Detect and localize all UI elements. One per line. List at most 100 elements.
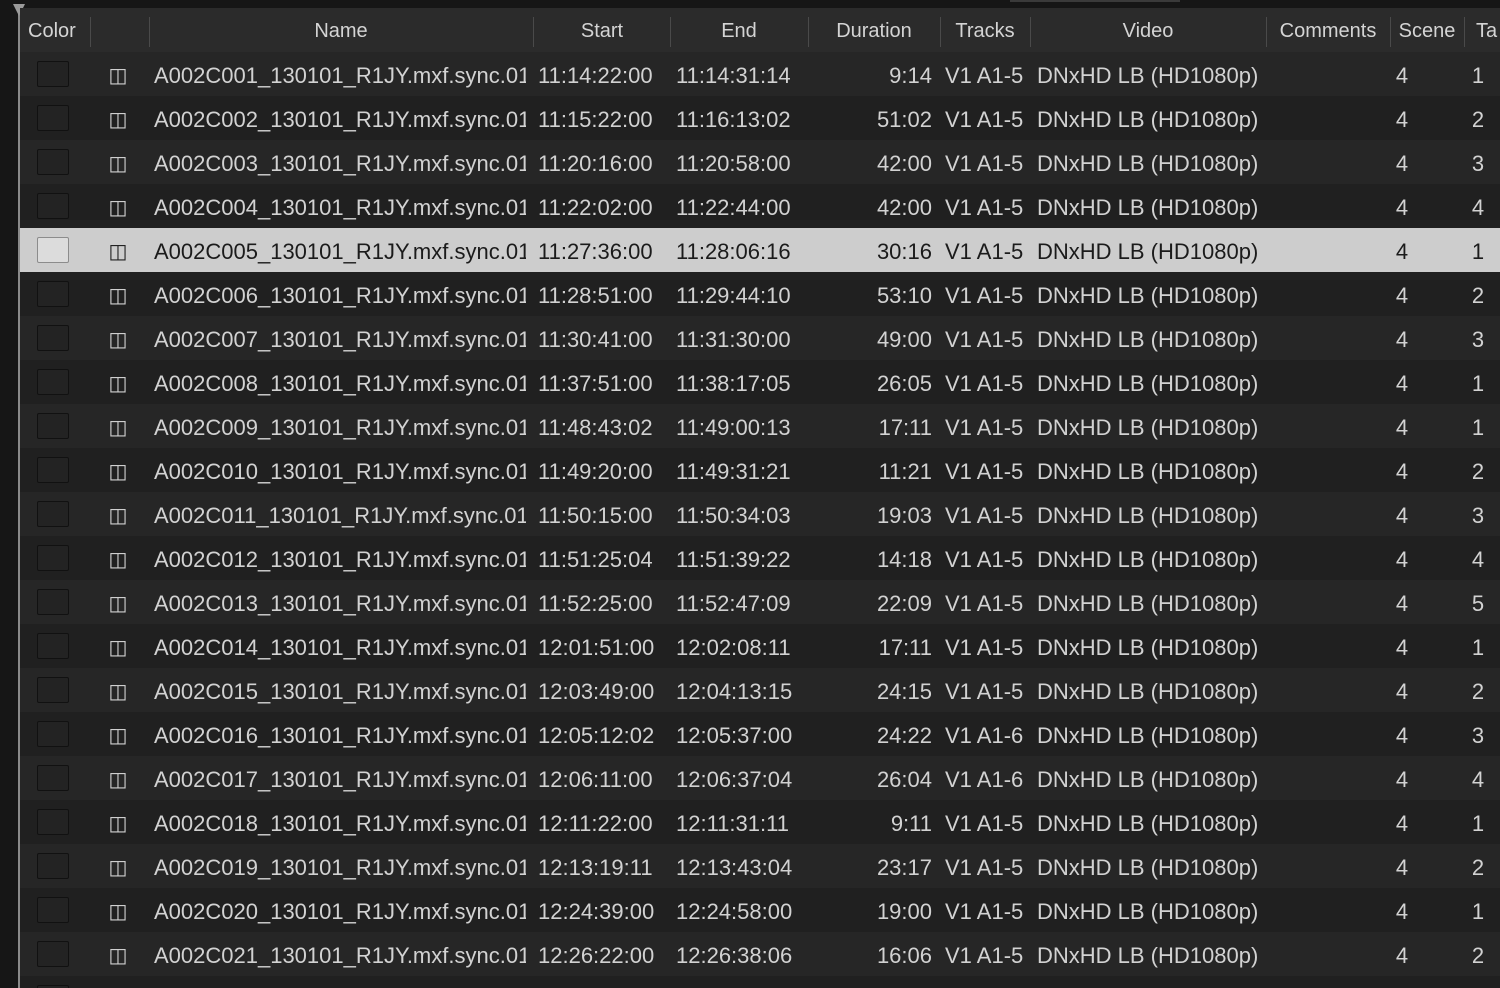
clip-tracks: V1 A1-5 <box>945 283 1024 308</box>
clip-comments[interactable] <box>1270 272 1388 316</box>
clip-take: 4 <box>1471 195 1485 220</box>
color-swatch[interactable] <box>37 61 69 87</box>
clip-comments[interactable] <box>1270 844 1388 888</box>
clip-end <box>676 976 804 988</box>
column-header-video[interactable]: Video <box>1031 8 1265 52</box>
table-row[interactable]: ◫ A002C003_130101_R1JY.mxf.sync.01 11:20:1… <box>20 140 1500 184</box>
clip-comments[interactable] <box>1270 184 1388 228</box>
table-row[interactable]: ◫ A002C001_130101_R1JY.mxf.sync.01 11:14:2… <box>20 52 1500 96</box>
table-row[interactable]: ◫ <box>20 976 1500 988</box>
clip-scene: 4 <box>1395 371 1409 396</box>
column-header-scene[interactable]: Scene <box>1391 8 1463 52</box>
color-swatch[interactable] <box>37 677 69 703</box>
clip-end: 11:49:31:21 <box>676 459 791 484</box>
clip-end: 12:13:43:04 <box>676 855 793 880</box>
clip-comments[interactable] <box>1270 888 1388 932</box>
clip-comments[interactable] <box>1270 316 1388 360</box>
color-swatch[interactable] <box>37 457 69 483</box>
table-row[interactable]: ◫ A002C019_130101_R1JY.mxf.sync.01 12:13:1… <box>20 844 1500 888</box>
clip-comments[interactable] <box>1270 228 1388 272</box>
clip-tracks: V1 A1-5 <box>945 239 1024 264</box>
column-header-duration[interactable]: Duration <box>809 8 939 52</box>
clip-scene <box>1391 976 1413 988</box>
clip-tracks: V1 A1-5 <box>945 503 1024 528</box>
table-row[interactable]: ◫ A002C020_130101_R1JY.mxf.sync.01 12:24:3… <box>20 888 1500 932</box>
column-header-comments[interactable]: Comments <box>1267 8 1389 52</box>
color-swatch[interactable] <box>37 545 69 571</box>
column-header-tracks[interactable]: Tracks <box>941 8 1029 52</box>
table-row[interactable]: ◫ A002C021_130101_R1JY.mxf.sync.01 12:26:2… <box>20 932 1500 976</box>
color-swatch[interactable] <box>37 897 69 923</box>
clip-name <box>154 976 526 988</box>
clip-icon: ◫ <box>108 767 128 791</box>
clip-scene: 4 <box>1395 679 1409 704</box>
clip-comments[interactable] <box>1270 536 1388 580</box>
table-row[interactable]: ◫ A002C014_130101_R1JY.mxf.sync.01 12:01:5… <box>20 624 1500 668</box>
clip-duration: 22:09 <box>876 591 932 616</box>
clip-comments[interactable] <box>1270 52 1388 96</box>
clip-comments[interactable] <box>1270 800 1388 844</box>
clip-comments[interactable] <box>1270 624 1388 668</box>
column-header-name[interactable]: Name <box>150 8 532 52</box>
table-row[interactable]: ◫ A002C010_130101_R1JY.mxf.sync.01 11:49:2… <box>20 448 1500 492</box>
table-row[interactable]: ◫ A002C015_130101_R1JY.mxf.sync.01 12:03:4… <box>20 668 1500 712</box>
column-header-start[interactable]: Start <box>534 8 670 52</box>
table-row[interactable]: ◫ A002C007_130101_R1JY.mxf.sync.01 11:30:4… <box>20 316 1500 360</box>
clip-take: 1 <box>1471 371 1485 396</box>
color-swatch[interactable] <box>37 149 69 175</box>
clip-start: 12:01:51:00 <box>538 635 655 660</box>
color-swatch[interactable] <box>37 589 69 615</box>
clip-comments[interactable] <box>1270 404 1388 448</box>
color-swatch[interactable] <box>37 325 69 351</box>
color-swatch[interactable] <box>37 193 69 219</box>
table-row[interactable]: ◫ A002C017_130101_R1JY.mxf.sync.01 12:06:1… <box>20 756 1500 800</box>
color-swatch[interactable] <box>37 237 69 263</box>
clip-comments[interactable] <box>1270 976 1388 988</box>
clip-comments[interactable] <box>1270 140 1388 184</box>
clip-take: 3 <box>1471 503 1485 528</box>
color-swatch[interactable] <box>37 281 69 307</box>
table-row[interactable]: ◫ A002C012_130101_R1JY.mxf.sync.01 11:51:2… <box>20 536 1500 580</box>
table-row[interactable]: ◫ A002C006_130101_R1JY.mxf.sync.01 11:28:5… <box>20 272 1500 316</box>
clip-video: DNxHD LB (HD1080p) <box>1037 811 1259 836</box>
clip-comments[interactable] <box>1270 448 1388 492</box>
color-swatch[interactable] <box>37 721 69 747</box>
column-header-color[interactable]: Color <box>28 8 88 52</box>
clip-comments[interactable] <box>1270 360 1388 404</box>
color-swatch[interactable] <box>37 941 69 967</box>
table-row[interactable]: ◫ A002C013_130101_R1JY.mxf.sync.01 11:52:2… <box>20 580 1500 624</box>
clip-end: 11:49:00:13 <box>676 415 791 440</box>
color-swatch[interactable] <box>37 105 69 131</box>
table-row[interactable]: ◫ A002C008_130101_R1JY.mxf.sync.01 11:37:5… <box>20 360 1500 404</box>
color-swatch[interactable] <box>37 501 69 527</box>
clip-comments[interactable] <box>1270 712 1388 756</box>
table-row[interactable]: ◫ A002C011_130101_R1JY.mxf.sync.01 11:50:1… <box>20 492 1500 536</box>
color-swatch[interactable] <box>37 413 69 439</box>
table-row[interactable]: ◫ A002C016_130101_R1JY.mxf.sync.01 12:05:1… <box>20 712 1500 756</box>
column-divider[interactable] <box>1464 17 1465 47</box>
column-header-type[interactable] <box>91 8 149 52</box>
table-row[interactable]: ◫ A002C002_130101_R1JY.mxf.sync.01 11:15:2… <box>20 96 1500 140</box>
column-header-end[interactable]: End <box>671 8 807 52</box>
clip-take: 2 <box>1471 855 1485 880</box>
column-header-take[interactable]: Ta <box>1476 8 1500 52</box>
clip-comments[interactable] <box>1270 580 1388 624</box>
table-row[interactable]: ◫ A002C004_130101_R1JY.mxf.sync.01 11:22:0… <box>20 184 1500 228</box>
table-row[interactable]: ◫ A002C005_130101_R1JY.mxf.sync.01 11:27:3… <box>20 228 1500 272</box>
top-strip <box>0 0 1500 8</box>
color-swatch[interactable] <box>37 369 69 395</box>
clip-scene: 4 <box>1395 459 1409 484</box>
table-row[interactable]: ◫ A002C009_130101_R1JY.mxf.sync.01 11:48:4… <box>20 404 1500 448</box>
clip-tracks: V1 A1-5 <box>945 327 1024 352</box>
color-swatch[interactable] <box>37 853 69 879</box>
clip-comments[interactable] <box>1270 668 1388 712</box>
color-swatch[interactable] <box>37 765 69 791</box>
clip-video: DNxHD LB (HD1080p) <box>1037 107 1259 132</box>
clip-comments[interactable] <box>1270 756 1388 800</box>
table-row[interactable]: ◫ A002C018_130101_R1JY.mxf.sync.01 12:11:2… <box>20 800 1500 844</box>
clip-comments[interactable] <box>1270 932 1388 976</box>
color-swatch[interactable] <box>37 809 69 835</box>
clip-comments[interactable] <box>1270 96 1388 140</box>
clip-comments[interactable] <box>1270 492 1388 536</box>
color-swatch[interactable] <box>37 633 69 659</box>
